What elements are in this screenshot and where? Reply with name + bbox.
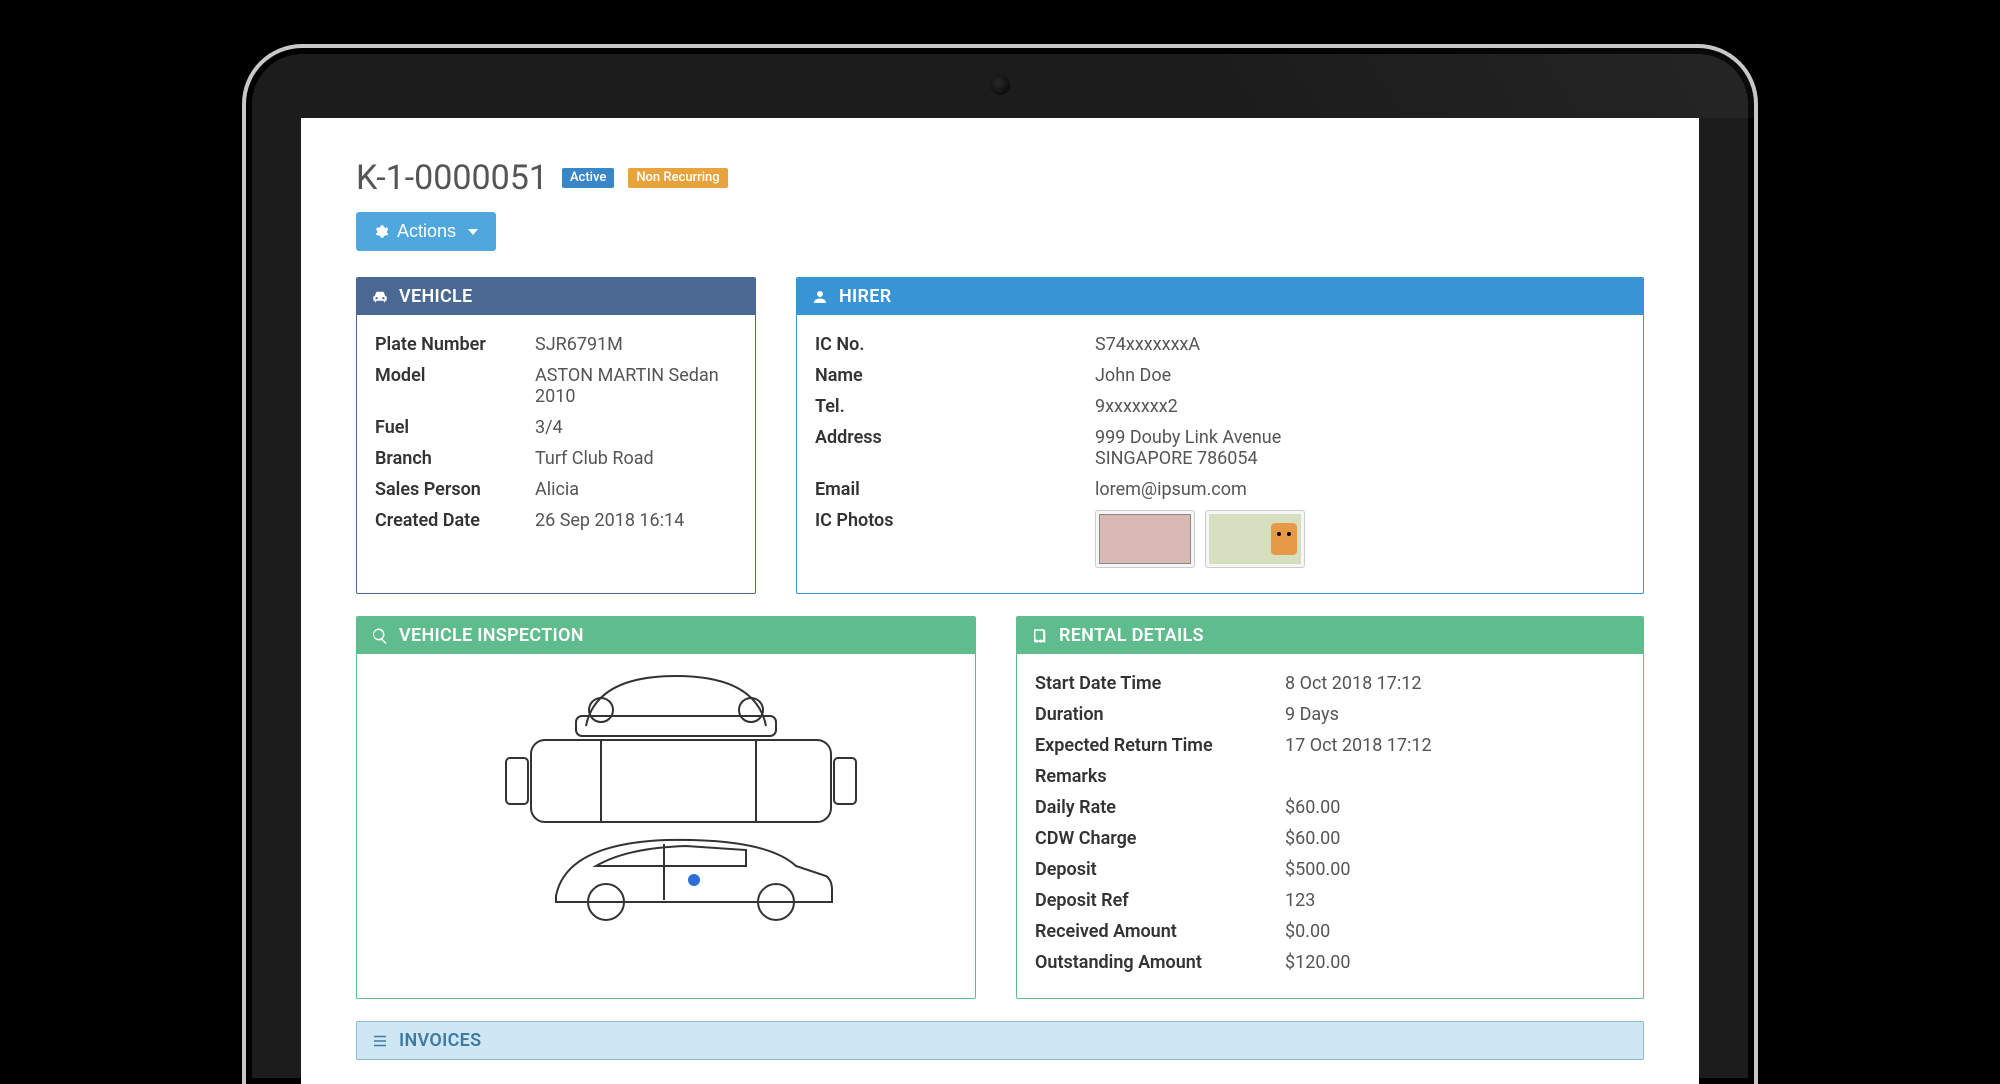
label-branch: Branch [375,448,535,469]
label-plate: Plate Number [375,334,535,355]
label-cdw: CDW Charge [1035,828,1285,849]
list-icon [371,1032,389,1050]
camera-dot [990,75,1010,95]
value-deposit: $500.00 [1285,859,1350,880]
label-photos: IC Photos [815,510,1095,568]
value-created: 26 Sep 2018 16:14 [535,510,684,531]
hirer-panel-title: Hirer [839,286,891,307]
value-name: John Doe [1095,365,1171,386]
value-depref: 123 [1285,890,1315,911]
value-address1: 999 Douby Link Avenue [1095,427,1281,448]
value-sales: Alicia [535,479,579,500]
value-duration: 9 Days [1285,704,1339,725]
label-tel: Tel. [815,396,1095,417]
label-received: Received Amount [1035,921,1285,942]
actions-label: Actions [397,221,456,242]
value-expected: 17 Oct 2018 17:12 [1285,735,1432,756]
actions-button[interactable]: Actions [356,212,496,251]
chevron-down-icon [468,229,478,235]
label-expected: Expected Return Time [1035,735,1285,756]
label-ic: IC No. [815,334,1095,355]
value-start: 8 Oct 2018 17:12 [1285,673,1422,694]
app-screen: K-1-0000051 Active Non Recurring Actions… [301,118,1699,1084]
value-fuel: 3/4 [535,417,563,438]
status-badge-active: Active [562,168,614,188]
rental-panel: Rental Details Start Date Time8 Oct 2018… [1016,616,1644,999]
label-start: Start Date Time [1035,673,1285,694]
user-icon [811,288,829,306]
vehicle-diagram[interactable] [426,666,906,926]
label-address: Address [815,427,1095,469]
invoices-panel-title: Invoices [399,1030,481,1051]
avatar-icon [1271,523,1297,555]
invoices-panel: Invoices [356,1021,1644,1060]
value-received: $0.00 [1285,921,1330,942]
book-icon [1031,627,1049,645]
vehicle-panel-title: Vehicle [399,286,473,307]
page-title: K-1-0000051 [356,158,548,198]
hirer-panel: Hirer IC No.S74xxxxxxxA NameJohn Doe Tel… [796,277,1644,594]
value-address2: SINGAPORE 786054 [1095,448,1281,469]
vehicle-panel: Vehicle Plate NumberSJR6791M ModelASTON … [356,277,756,594]
value-model: ASTON MARTIN Sedan 2010 [535,365,737,407]
label-deposit: Deposit [1035,859,1285,880]
label-name: Name [815,365,1095,386]
label-model: Model [375,365,535,407]
device-frame: K-1-0000051 Active Non Recurring Actions… [242,44,1758,1084]
gear-icon [374,224,389,239]
damage-marker[interactable] [688,874,700,886]
value-plate: SJR6791M [535,334,623,355]
ic-photo-1[interactable] [1095,510,1195,568]
label-fuel: Fuel [375,417,535,438]
label-depref: Deposit Ref [1035,890,1285,911]
value-email: lorem@ipsum.com [1095,479,1247,500]
value-ic: S74xxxxxxxA [1095,334,1200,355]
label-duration: Duration [1035,704,1285,725]
value-daily: $60.00 [1285,797,1340,818]
value-cdw: $60.00 [1285,828,1340,849]
car-icon [371,288,389,306]
inspection-panel: Vehicle Inspection [356,616,976,999]
inspection-panel-title: Vehicle Inspection [399,625,584,646]
value-tel: 9xxxxxxx2 [1095,396,1178,417]
value-branch: Turf Club Road [535,448,654,469]
ic-photo-2[interactable] [1205,510,1305,568]
rental-panel-title: Rental Details [1059,625,1204,646]
label-outstanding: Outstanding Amount [1035,952,1285,973]
label-daily: Daily Rate [1035,797,1285,818]
value-outstanding: $120.00 [1285,952,1350,973]
label-remarks: Remarks [1035,766,1285,787]
status-badge-recurring: Non Recurring [628,168,727,188]
label-sales: Sales Person [375,479,535,500]
search-icon [371,627,389,645]
label-email: Email [815,479,1095,500]
label-created: Created Date [375,510,535,531]
